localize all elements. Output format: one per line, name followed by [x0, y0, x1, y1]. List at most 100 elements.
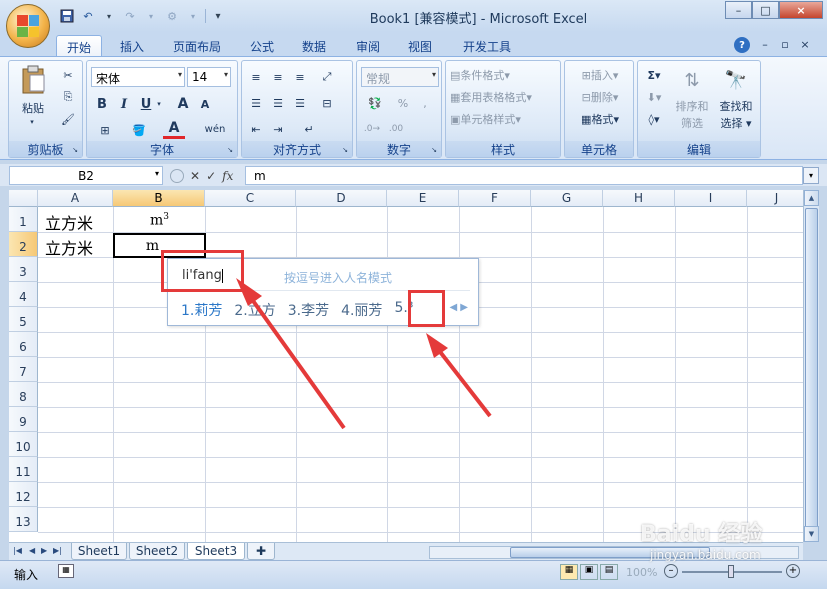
clear-icon[interactable]: ◊▾ [642, 111, 666, 127]
tab-view[interactable]: 视图 [402, 35, 438, 56]
tab-developer[interactable]: 开发工具 [458, 35, 516, 56]
grow-font-button[interactable]: A [173, 95, 193, 113]
insert-sheet-icon[interactable]: ✚ [247, 543, 275, 560]
bold-button[interactable]: B [93, 95, 111, 113]
sheet-tab-2[interactable]: Sheet2 [129, 543, 185, 560]
worksheet-grid[interactable]: A B C D E F G H I J 1 2 3 4 5 6 7 8 9 10… [9, 190, 803, 542]
cell-styles-button[interactable]: ▣ 单元格样式 ▾ [450, 111, 558, 127]
cancel-entry-icon[interactable]: ✕ [190, 169, 200, 183]
align-center-icon[interactable]: ☰ [268, 95, 288, 111]
format-cells-button[interactable]: ▦ 格式 ▾ [569, 111, 631, 127]
row-header-4[interactable]: 4 [9, 282, 38, 307]
column-header-h[interactable]: H [603, 190, 675, 207]
row-header-8[interactable]: 8 [9, 382, 38, 407]
column-header-e[interactable]: E [387, 190, 459, 207]
row-header-2[interactable]: 2 [9, 232, 38, 257]
align-right-icon[interactable]: ☰ [290, 95, 310, 111]
row-header-6[interactable]: 6 [9, 332, 38, 357]
expand-formula-icon[interactable]: ▾ [803, 167, 819, 184]
prev-sheet-icon[interactable]: ◀ [29, 546, 35, 555]
row-header-7[interactable]: 7 [9, 357, 38, 382]
align-middle-icon[interactable]: ≡ [268, 69, 288, 85]
ribbon-close-icon[interactable]: × [798, 36, 812, 52]
fill-icon[interactable]: ⬇▾ [642, 89, 666, 105]
sheet-tab-1[interactable]: Sheet1 [71, 543, 127, 560]
increase-decimal-icon[interactable]: .0→ [361, 121, 383, 137]
borders-icon[interactable]: ⊞ [93, 121, 117, 139]
comma-button[interactable]: , [417, 95, 433, 111]
select-all-corner[interactable] [9, 190, 38, 207]
tab-insert[interactable]: 插入 [112, 35, 152, 56]
first-sheet-icon[interactable]: |◀ [13, 546, 22, 555]
align-bottom-icon[interactable]: ≡ [290, 69, 310, 85]
merge-center-icon[interactable]: ⊟ [316, 95, 338, 111]
italic-button[interactable]: I [115, 95, 133, 113]
row-header-13[interactable]: 13 [9, 507, 38, 532]
ribbon-restore-icon[interactable]: ▫ [778, 36, 792, 52]
zoom-in-icon[interactable]: + [786, 564, 800, 578]
font-launcher-icon[interactable]: ↘ [225, 145, 235, 155]
page-break-view-icon[interactable]: ▤ [600, 564, 618, 580]
clipboard-launcher-icon[interactable]: ↘ [70, 145, 80, 155]
column-header-f[interactable]: F [459, 190, 531, 207]
column-header-d[interactable]: D [296, 190, 387, 207]
align-top-icon[interactable]: ≡ [246, 69, 266, 85]
row-header-9[interactable]: 9 [9, 407, 38, 432]
cut-icon[interactable]: ✂ [59, 67, 77, 83]
scroll-down-icon[interactable]: ▼ [804, 526, 819, 542]
help-icon[interactable]: ? [734, 37, 750, 53]
row-header-11[interactable]: 11 [9, 457, 38, 482]
binoculars-icon[interactable]: 🔭 [722, 65, 750, 95]
column-header-b[interactable]: B [113, 190, 205, 207]
font-size-combo[interactable]: 14 ▾ [187, 67, 231, 87]
format-as-table-button[interactable]: ▦ 套用表格格式 ▾ [450, 89, 558, 105]
fill-color-icon[interactable]: 🪣 [127, 121, 151, 139]
delete-cells-button[interactable]: ⊟ 删除 ▾ [569, 89, 631, 105]
row-header-3[interactable]: 3 [9, 257, 38, 282]
scroll-up-icon[interactable]: ▲ [804, 190, 819, 206]
zoom-out-icon[interactable]: – [664, 564, 678, 578]
tab-home[interactable]: 开始 [56, 35, 102, 56]
formula-input[interactable]: m [245, 166, 803, 185]
next-sheet-icon[interactable]: ▶ [41, 546, 47, 555]
last-sheet-icon[interactable]: ▶| [53, 546, 62, 555]
format-painter-icon[interactable]: 🖌 [59, 111, 77, 127]
tab-formulas[interactable]: 公式 [244, 35, 280, 56]
ime-page-arrows-icon[interactable]: ◀ ▶ [449, 302, 468, 313]
column-header-j[interactable]: J [747, 190, 803, 207]
row-header-1[interactable]: 1 [9, 207, 38, 232]
row-header-12[interactable]: 12 [9, 482, 38, 507]
insert-cells-button[interactable]: ⊞ 插入 ▾ [569, 67, 631, 83]
underline-button[interactable]: U [137, 95, 155, 113]
sheet-tab-3[interactable]: Sheet3 [187, 543, 245, 560]
row-header-10[interactable]: 10 [9, 432, 38, 457]
conditional-format-button[interactable]: ▤ 条件格式 ▾ [450, 67, 558, 83]
underline-dropdown-icon[interactable]: ▾ [155, 97, 163, 111]
name-box[interactable]: B2 ▾ [9, 166, 163, 185]
ime-candidate-4[interactable]: 4.丽芳 [341, 300, 382, 320]
close-button[interactable]: × [779, 1, 823, 19]
vertical-scrollbar[interactable]: ▲ ▼ [803, 190, 819, 542]
shrink-font-button[interactable]: A [195, 95, 215, 113]
zoom-level[interactable]: 100% [626, 566, 657, 579]
ime-candidate-2[interactable]: 2.立方 [234, 300, 275, 320]
wrap-text-icon[interactable]: ↵ [294, 121, 324, 137]
font-name-combo[interactable]: 宋体 ▾ [91, 67, 185, 87]
row-header-5[interactable]: 5 [9, 307, 38, 332]
copy-icon[interactable]: ⎘ [59, 89, 77, 105]
column-header-g[interactable]: G [531, 190, 603, 207]
autosum-icon[interactable]: Σ▾ [642, 67, 666, 83]
percent-button[interactable]: % [395, 95, 411, 111]
ribbon-minimize-icon[interactable]: – [758, 36, 772, 52]
maximize-button[interactable]: □ [752, 1, 779, 19]
font-color-button[interactable]: A [163, 119, 185, 139]
tab-data[interactable]: 数据 [296, 35, 332, 56]
phonetic-button[interactable]: wén [199, 119, 231, 139]
sort-filter-icon[interactable]: ⇅ [676, 65, 708, 95]
normal-view-icon[interactable]: ▦ [560, 564, 578, 580]
increase-indent-icon[interactable]: ⇥ [268, 121, 288, 137]
ime-candidate-1[interactable]: 1.莉芳 [181, 300, 222, 320]
column-header-a[interactable]: A [38, 190, 113, 207]
cell-a2[interactable]: 立方米 [45, 235, 93, 259]
column-header-c[interactable]: C [205, 190, 296, 207]
